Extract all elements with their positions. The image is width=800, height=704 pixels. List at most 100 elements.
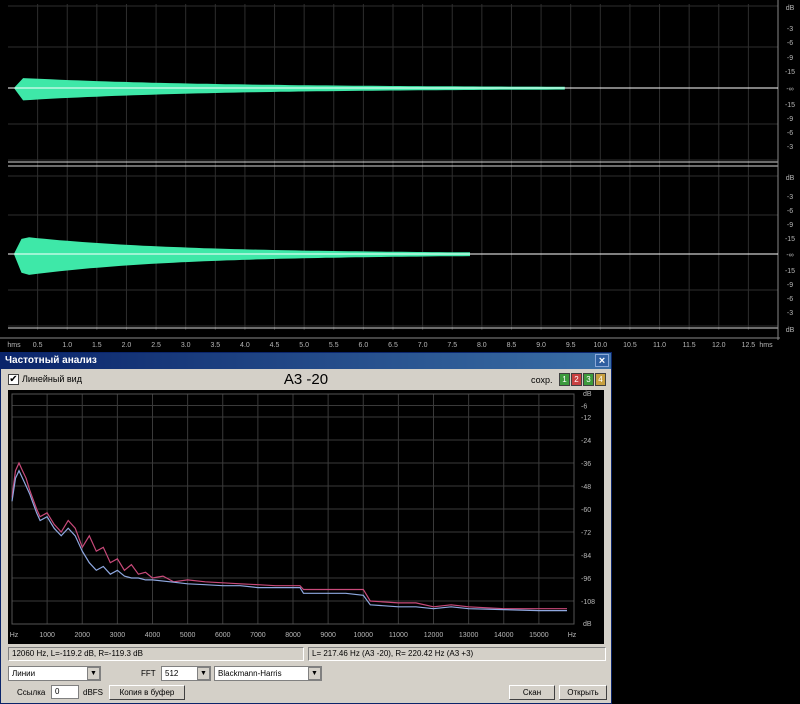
db-scale-label: -6 — [787, 208, 793, 215]
x-tick-label: 11000 — [389, 632, 408, 639]
time-ruler-label: 5.5 — [329, 342, 339, 349]
time-ruler-label: 12.0 — [712, 342, 726, 349]
x-axis-unit: Hz — [568, 632, 577, 639]
time-ruler-label: 10.5 — [623, 342, 637, 349]
y-tick-label: -6 — [581, 404, 587, 411]
db-scale-label: -3 — [787, 310, 793, 317]
y-tick-label: -36 — [581, 461, 591, 468]
save-slot-4-button[interactable]: 4 — [595, 373, 606, 386]
chevron-down-icon[interactable]: ▼ — [87, 667, 100, 680]
db-scale-label: -15 — [785, 236, 795, 243]
y-tick-label: -84 — [581, 553, 591, 560]
save-label: сохр. — [531, 375, 553, 385]
save-slot-3-button[interactable]: 3 — [583, 373, 594, 386]
chevron-down-icon[interactable]: ▼ — [197, 667, 210, 680]
y-tick-label: -96 — [581, 576, 591, 583]
x-tick-label: 9000 — [320, 632, 336, 639]
fft-label: FFT — [141, 669, 156, 678]
time-unit-label: hms — [7, 342, 21, 349]
db-scale-label: -∞ — [786, 86, 793, 93]
x-tick-label: 4000 — [145, 632, 161, 639]
display-mode-select[interactable]: Линии ▼ — [8, 666, 101, 681]
time-ruler-label: 3.0 — [181, 342, 191, 349]
y-tick-label: -108 — [581, 599, 595, 606]
time-ruler-label: 1.0 — [62, 342, 72, 349]
peak-frequency-readout: L= 217.46 Hz (A3 -20), R= 220.42 Hz (A3 … — [308, 647, 606, 661]
copy-to-clipboard-button[interactable]: Копия в буфер — [109, 685, 185, 700]
frequency-analysis-window: Частотный анализ × ✔ Линейный вид A3 -20… — [0, 352, 612, 704]
close-button[interactable]: × — [595, 354, 609, 367]
time-ruler-label: 11.0 — [653, 342, 666, 349]
time-ruler-label: 2.5 — [151, 342, 161, 349]
waveform-display[interactable]: -3 -6 -9 -15 -∞ -15 -9 -6 -3 -3 -6 -9 -15 -∞ -15 -9 -6 -3… — [0, 0, 800, 352]
save-slot-2-button[interactable]: 2 — [571, 373, 582, 386]
y-axis-unit: dB — [583, 391, 592, 398]
db-scale-label: -3 — [787, 26, 793, 33]
x-tick-label: 7000 — [250, 632, 266, 639]
x-tick-label: 14000 — [494, 632, 514, 639]
db-unit-label: dB — [786, 175, 795, 182]
time-ruler-label: 12.5 — [742, 342, 756, 349]
time-ruler-label: 5.0 — [299, 342, 309, 349]
y-tick-label: -48 — [581, 484, 591, 491]
time-ruler-label: 9.5 — [566, 342, 576, 349]
y-tick-label: -60 — [581, 507, 591, 514]
db-scale-label: -9 — [787, 55, 793, 62]
reference-level-input[interactable]: 0 — [51, 685, 79, 699]
db-scale-label: -15 — [785, 102, 795, 109]
time-ruler-label: 3.5 — [210, 342, 220, 349]
db-scale-label: -3 — [787, 144, 793, 151]
time-ruler-label: 1.5 — [92, 342, 102, 349]
time-ruler-label: 8.0 — [477, 342, 487, 349]
x-tick-label: 10000 — [354, 632, 374, 639]
db-scale-label: -15 — [785, 268, 795, 275]
chart-background — [8, 390, 604, 644]
db-scale-label: -9 — [787, 116, 793, 123]
cursor-readout: 12060 Hz, L=-119.2 dB, R=-119.3 dB — [8, 647, 304, 661]
db-scale-label: -6 — [787, 130, 793, 137]
chevron-down-icon[interactable]: ▼ — [308, 667, 321, 680]
analysis-toolbar: ✔ Линейный вид A3 -20 сохр. 1 2 3 4 — [1, 370, 611, 390]
y-tick-label: -12 — [581, 415, 591, 422]
time-ruler-label: 6.5 — [388, 342, 398, 349]
time-ruler-label: 9.0 — [536, 342, 546, 349]
time-ruler-label: 11.5 — [683, 342, 696, 349]
x-tick-label: 6000 — [215, 632, 231, 639]
linear-view-checkbox[interactable]: ✔ — [8, 374, 19, 385]
y-axis-unit: dB — [583, 621, 592, 628]
time-ruler-label: 7.5 — [447, 342, 457, 349]
db-unit-label: dB — [786, 327, 795, 334]
save-slot-1-button[interactable]: 1 — [559, 373, 570, 386]
waveform-editor[interactable]: -3 -6 -9 -15 -∞ -15 -9 -6 -3 -3 -6 -9 -15 -∞ -15 -9 -6 -3… — [0, 0, 800, 352]
linear-view-label: Линейный вид — [22, 374, 82, 384]
db-scale-label: -9 — [787, 282, 793, 289]
x-tick-label: 12000 — [424, 632, 444, 639]
spectrum-chart[interactable]: 1000 2000 3000 4000 5000 6000 7000 8000 9000 1000… — [8, 390, 604, 644]
window-title: Частотный анализ — [5, 355, 97, 366]
fft-size-select[interactable]: 512 ▼ — [161, 666, 211, 681]
db-scale-label: -9 — [787, 222, 793, 229]
x-tick-label: 1000 — [39, 632, 55, 639]
scan-button[interactable]: Скан — [509, 685, 555, 700]
db-unit-label: dB — [786, 5, 795, 12]
x-tick-label: 8000 — [285, 632, 301, 639]
window-titlebar[interactable]: Частотный анализ × — [1, 353, 611, 369]
window-function-value: Blackmann-Harris — [218, 669, 282, 678]
fft-size-value: 512 — [165, 669, 179, 678]
db-scale-label: -∞ — [786, 252, 793, 259]
open-button[interactable]: Открыть — [559, 685, 607, 700]
reference-label: Ссылка — [17, 688, 46, 697]
time-ruler-label: 4.5 — [270, 342, 280, 349]
db-scale-label: -3 — [787, 194, 793, 201]
x-tick-label: 5000 — [180, 632, 196, 639]
time-ruler-label: 7.0 — [418, 342, 428, 349]
window-function-select[interactable]: Blackmann-Harris ▼ — [214, 666, 322, 681]
y-tick-label: -24 — [581, 438, 591, 445]
time-ruler-label: 6.0 — [359, 342, 369, 349]
display-mode-value: Линии — [12, 669, 36, 678]
time-ruler-label: 8.5 — [507, 342, 517, 349]
x-tick-label: 3000 — [110, 632, 126, 639]
time-ruler-label: 4.0 — [240, 342, 250, 349]
x-tick-label: 2000 — [74, 632, 90, 639]
time-ruler-label: 0.5 — [33, 342, 43, 349]
